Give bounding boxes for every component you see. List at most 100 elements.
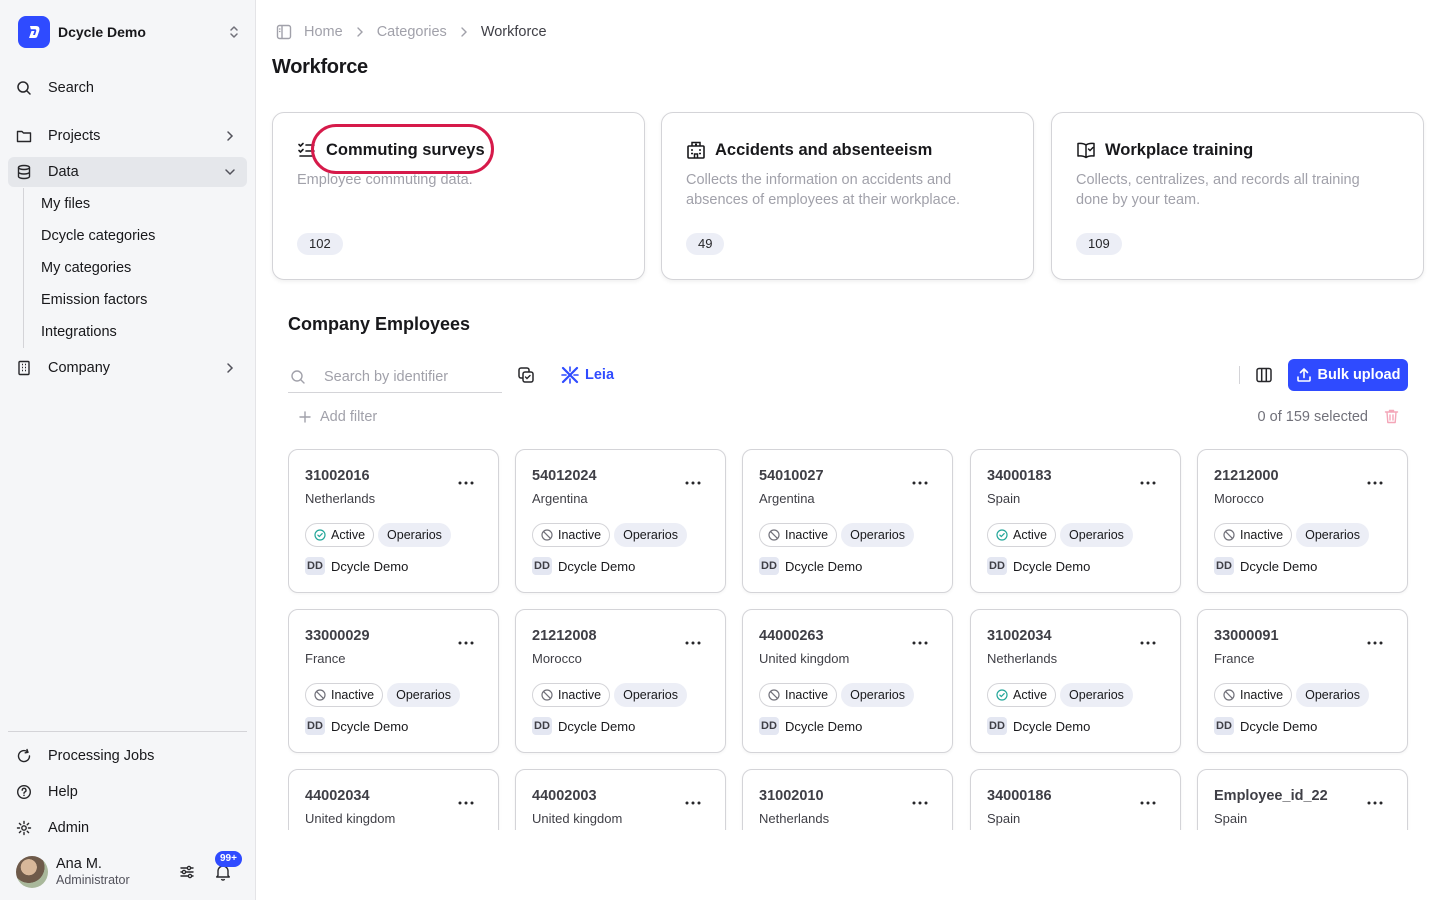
more-options-icon[interactable] — [1138, 793, 1158, 813]
check-circle-icon — [996, 529, 1008, 541]
sidebar-item-projects[interactable]: Projects — [8, 121, 247, 151]
notification-badge: 99+ — [215, 851, 242, 867]
user-name: Ana M. — [56, 856, 102, 872]
breadcrumb-categories[interactable]: Categories — [377, 24, 447, 40]
more-options-icon[interactable] — [456, 633, 476, 653]
employee-card[interactable]: 44002034 United kingdom — [288, 769, 499, 830]
owner-name: Dcycle Demo — [558, 718, 636, 734]
more-options-icon[interactable] — [1365, 793, 1385, 813]
employee-id: 31002034 — [987, 628, 1052, 644]
owner-name: Dcycle Demo — [1240, 718, 1318, 734]
employee-country: United kingdom — [305, 811, 396, 826]
employee-owner: DD Dcycle Demo — [1214, 717, 1317, 735]
subnav-item-integrations[interactable]: Integrations — [41, 322, 117, 342]
employee-card[interactable]: 54010027 Argentina Inactive Operarios DD Dcyc… — [742, 449, 953, 593]
more-options-icon[interactable] — [1138, 473, 1158, 493]
category-card-commuting-surveys[interactable]: Commuting surveys Employee commuting dat… — [272, 112, 645, 280]
more-options-icon[interactable] — [910, 473, 930, 493]
search-icon — [17, 81, 31, 95]
category-card-accidents-absenteeism[interactable]: Accidents and absenteeism Collects the i… — [661, 112, 1034, 280]
employee-country: Netherlands — [987, 651, 1058, 666]
employee-id: 21212000 — [1214, 468, 1279, 484]
chevron-right-icon — [461, 27, 467, 37]
more-options-icon[interactable] — [683, 633, 703, 653]
employee-card[interactable]: Employee_id_22 Spain — [1197, 769, 1408, 830]
employee-card[interactable]: 31002034 Netherlands Active Operarios DD Dcyc… — [970, 609, 1181, 753]
help-circle-icon — [16, 784, 32, 800]
sidebar-item-label: Data — [48, 164, 79, 180]
owner-avatar: DD — [759, 717, 779, 735]
org-switcher[interactable]: Dcycle Demo — [18, 16, 242, 48]
employee-tags: Inactive Operarios — [759, 683, 914, 707]
subnav-item-my-categories[interactable]: My categories — [41, 258, 131, 278]
status-label: Inactive — [331, 688, 375, 702]
category-card-workplace-training[interactable]: Workplace training Collects, centralizes… — [1051, 112, 1424, 280]
sidebar: Dcycle Demo Search Projects Data My file… — [0, 0, 256, 900]
group-badge: Operarios — [378, 523, 451, 547]
more-options-icon[interactable] — [683, 793, 703, 813]
category-title: Workplace training — [1105, 140, 1254, 159]
status-badge: Inactive — [532, 523, 611, 547]
sidebar-item-company[interactable]: Company — [8, 353, 247, 383]
employee-card[interactable]: 21212008 Morocco Inactive Operarios DD Dcycle… — [515, 609, 726, 753]
more-options-icon[interactable] — [683, 473, 703, 493]
sliders-icon[interactable] — [179, 864, 195, 880]
subnav-item-emission-factors[interactable]: Emission factors — [41, 290, 147, 310]
ban-icon — [541, 529, 553, 541]
status-label: Active — [1013, 528, 1048, 542]
more-options-icon[interactable] — [1365, 473, 1385, 493]
search-input[interactable] — [324, 368, 494, 385]
breadcrumb-home[interactable]: Home — [304, 24, 343, 40]
employee-card[interactable]: 44000263 United kingdom Inactive Operarios D… — [742, 609, 953, 753]
more-options-icon[interactable] — [456, 473, 476, 493]
columns-icon[interactable] — [1255, 366, 1273, 384]
trash-icon[interactable] — [1383, 408, 1400, 425]
sidebar-item-processing-jobs[interactable]: Processing Jobs — [8, 741, 247, 771]
status-badge: Inactive — [1214, 683, 1293, 707]
subnav-item-my-files[interactable]: My files — [41, 194, 90, 214]
add-filter-button[interactable]: Add filter — [298, 407, 377, 427]
ban-icon — [1223, 529, 1235, 541]
sidebar-toggle-icon[interactable] — [276, 24, 292, 40]
sidebar-item-search[interactable]: Search — [8, 73, 247, 103]
more-options-icon[interactable] — [1138, 633, 1158, 653]
employee-card[interactable]: 54012024 Argentina Inactive Operarios DD Dcyc… — [515, 449, 726, 593]
employee-card[interactable]: 34000183 Spain Active Operarios DD Dcycle Dem… — [970, 449, 1181, 593]
status-badge: Inactive — [305, 683, 384, 707]
ban-icon — [768, 529, 780, 541]
employee-card[interactable]: 31002010 Netherlands — [742, 769, 953, 830]
folder-icon — [16, 130, 32, 143]
more-options-icon[interactable] — [1365, 633, 1385, 653]
owner-avatar: DD — [305, 557, 325, 575]
more-options-icon[interactable] — [910, 633, 930, 653]
employee-card[interactable]: 34000186 Spain — [970, 769, 1181, 830]
employee-card[interactable]: 21212000 Morocco Inactive Operarios DD Dcycle… — [1197, 449, 1408, 593]
employee-country: Spain — [987, 811, 1021, 826]
employee-card[interactable]: 33000091 France Inactive Operarios DD Dcycle … — [1197, 609, 1408, 753]
employee-tags: Inactive Operarios — [759, 523, 914, 547]
more-options-icon[interactable] — [910, 793, 930, 813]
status-badge: Inactive — [759, 683, 838, 707]
sidebar-item-admin[interactable]: Admin — [8, 813, 247, 843]
building-icon — [18, 360, 30, 376]
category-count-badge: 49 — [686, 233, 725, 255]
leia-button[interactable]: Leia — [561, 365, 614, 385]
employee-card[interactable]: 33000029 France Inactive Operarios DD Dcycle … — [288, 609, 499, 753]
employee-id: 31002010 — [759, 788, 824, 804]
user-avatar[interactable] — [16, 856, 48, 888]
employee-card[interactable]: 44002003 United kingdom — [515, 769, 726, 830]
sidebar-item-data[interactable]: Data — [8, 157, 247, 187]
page-title: Workforce — [272, 56, 368, 78]
employee-country: Netherlands — [759, 811, 830, 826]
copy-icon[interactable] — [517, 366, 535, 384]
more-options-icon[interactable] — [456, 793, 476, 813]
employee-country: France — [1214, 651, 1255, 666]
employee-owner: DD Dcycle Demo — [305, 557, 408, 575]
gear-icon — [16, 820, 32, 836]
subnav-item-dcycle-categories[interactable]: Dcycle categories — [41, 226, 155, 246]
category-title: Accidents and absenteeism — [715, 140, 933, 159]
bulk-upload-button[interactable]: Bulk upload — [1288, 359, 1408, 391]
sidebar-item-label: Company — [48, 360, 111, 376]
sidebar-item-help[interactable]: Help — [8, 777, 247, 807]
employee-card[interactable]: 31002016 Netherlands Active Operarios DD Dcyc… — [288, 449, 499, 593]
